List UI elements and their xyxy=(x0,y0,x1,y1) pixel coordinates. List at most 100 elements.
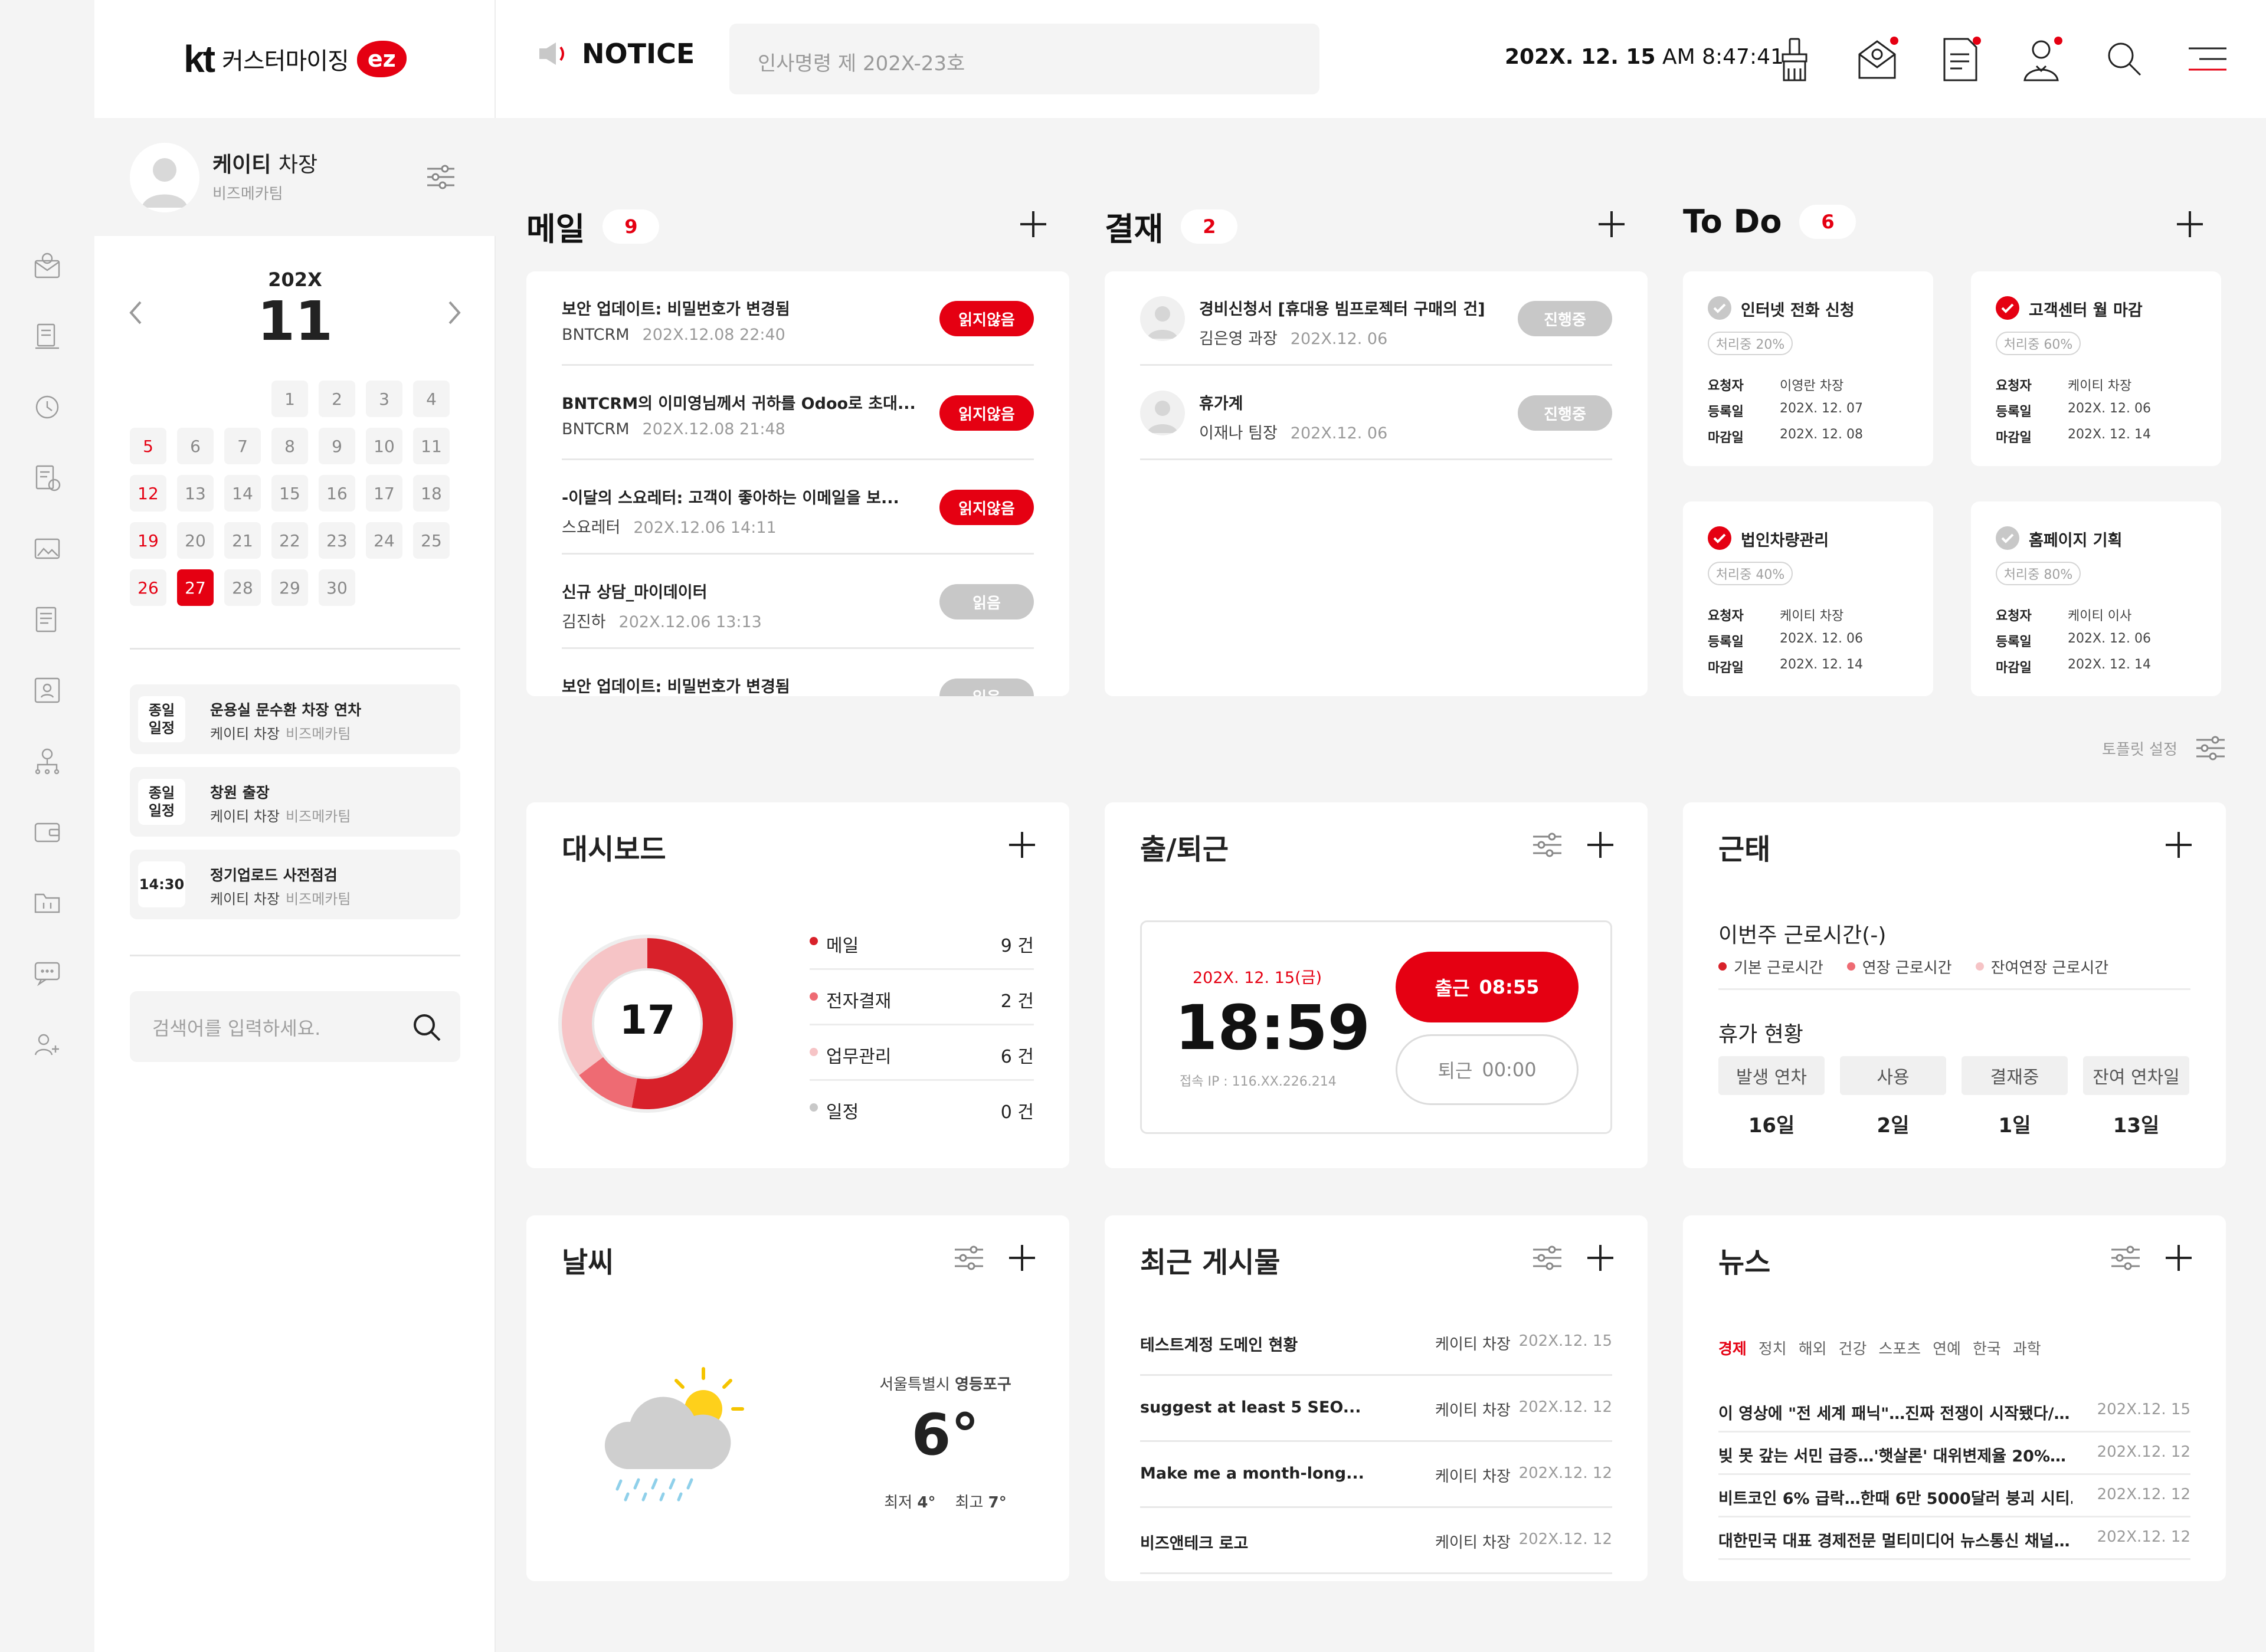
news-tab[interactable]: 스포츠 xyxy=(1878,1337,1921,1359)
calendar-day[interactable]: 6 xyxy=(177,428,214,464)
approval-add-button[interactable] xyxy=(1595,208,1628,241)
check-icon[interactable] xyxy=(1996,296,2019,320)
weather-add-button[interactable] xyxy=(1006,1241,1039,1274)
calendar-prev-icon[interactable] xyxy=(123,295,149,330)
avatar[interactable] xyxy=(130,143,199,212)
calendar-day[interactable]: 2 xyxy=(319,381,355,417)
todo-card[interactable]: 고객센터 월 마감 처리중 60% 요청자 케이티 차장 등록일 202X. 12. 06… xyxy=(1971,271,2221,466)
cleaner-icon[interactable] xyxy=(1766,31,1823,87)
calendar-next-icon[interactable] xyxy=(441,295,467,330)
calendar-day[interactable]: 17 xyxy=(366,475,402,512)
attendance-add-button[interactable] xyxy=(1584,828,1617,861)
board-filter-icon[interactable] xyxy=(1531,1243,1564,1273)
calendar-day[interactable]: 1 xyxy=(271,381,308,417)
calendar-day[interactable]: 30 xyxy=(319,569,355,606)
news-tab[interactable]: 해외 xyxy=(1799,1337,1827,1359)
calendar-day[interactable]: 14 xyxy=(224,475,261,512)
notice-ticker[interactable]: 인사명령 제 202X-23호 xyxy=(729,24,1319,94)
folder-transfer-icon[interactable] xyxy=(31,886,64,919)
schedule-item[interactable]: 종일 일정 운용실 문수환 차장 연차 케이티 차장 비즈메카팀 xyxy=(130,684,460,754)
board-row[interactable]: Make me a month-long... 케이티 차장 202X.12. 12 xyxy=(1140,1442,1612,1508)
todo-add-button[interactable] xyxy=(2173,208,2206,241)
dashboard-add-button[interactable] xyxy=(1006,828,1039,861)
clock-in-button[interactable]: 출근 08:55 xyxy=(1396,952,1579,1022)
news-tab[interactable]: 연예 xyxy=(1933,1337,1961,1359)
approval-row[interactable]: 경비신청서 [휴대용 빔프로젝터 구매의 건] 김은영 과장 202X.12. 0… xyxy=(1140,271,1612,366)
news-filter-icon[interactable] xyxy=(2109,1243,2142,1273)
calendar-day[interactable]: 19 xyxy=(130,522,166,559)
calendar-day[interactable]: 23 xyxy=(319,522,355,559)
news-tab[interactable]: 한국 xyxy=(1973,1337,2001,1359)
news-row[interactable]: 빚 못 갚는 서민 급증…'햇살론' 대위변제율 20%… 202X.12. 12 xyxy=(1718,1433,2190,1475)
chat-icon[interactable] xyxy=(31,957,64,990)
calendar-day[interactable]: 26 xyxy=(130,569,166,606)
approval-row[interactable]: 휴가계 이재나 팀장 202X.12. 06 진행중 xyxy=(1140,366,1612,460)
board-row[interactable]: 테스트계정 도메인 현황 케이티 차장 202X.12. 15 xyxy=(1140,1310,1612,1376)
todo-card[interactable]: 인터넷 전화 신청 처리중 20% 요청자 이영란 차장 등록일 202X. 12. 07… xyxy=(1683,271,1933,466)
calendar-day[interactable]: 22 xyxy=(271,522,308,559)
calendar-day[interactable]: 24 xyxy=(366,522,402,559)
mail-row[interactable]: 보안 업데이트: 비밀번호가 변경됨 읽음 xyxy=(562,649,1034,696)
mail-icon[interactable] xyxy=(31,249,64,282)
news-row[interactable]: 대한민국 대표 경제전문 멀티미디어 뉴스통신 채널… 202X.12. 12 xyxy=(1718,1517,2190,1560)
news-row[interactable]: 이 영상에 "전 세계 패닉"…진짜 전쟁이 시작됐다/… 202X.12. 15 xyxy=(1718,1390,2190,1433)
calendar-day[interactable]: 3 xyxy=(366,381,402,417)
calendar-day[interactable]: 15 xyxy=(271,475,308,512)
dashboard-legend-item[interactable]: 메일 9 건 xyxy=(810,914,1034,970)
worktime-add-button[interactable] xyxy=(2162,828,2195,861)
approval-icon[interactable] xyxy=(31,320,64,353)
template-setting-label[interactable]: 토플릿 설정 xyxy=(2102,738,2177,759)
mail-alert-icon[interactable] xyxy=(1849,31,1905,87)
calendar-day[interactable]: 20 xyxy=(177,522,214,559)
calendar-day[interactable]: 21 xyxy=(224,522,261,559)
check-icon[interactable] xyxy=(1708,526,1731,550)
weather-filter-icon[interactable] xyxy=(952,1243,985,1273)
calendar-day[interactable]: 9 xyxy=(319,428,355,464)
board-add-button[interactable] xyxy=(1584,1241,1617,1274)
mail-row[interactable]: 보안 업데이트: 비밀번호가 변경됨 BNTCRM 202X.12.08 22:4… xyxy=(562,271,1034,366)
news-tab[interactable]: 건강 xyxy=(1839,1337,1867,1359)
dashboard-legend-item[interactable]: 일정 0 건 xyxy=(810,1081,1034,1136)
mail-row[interactable]: 신규 상담_마이데이터 김진하 202X.12.06 13:13 읽음 xyxy=(562,555,1034,649)
calendar-day[interactable]: 5 xyxy=(130,428,166,464)
check-icon[interactable] xyxy=(1708,296,1731,320)
news-tab[interactable]: 과학 xyxy=(2013,1337,2041,1359)
logo[interactable]: kt 커스터마이징 ez xyxy=(94,0,496,118)
side-search-input[interactable]: 검색어를 입력하세요. xyxy=(130,991,460,1062)
mail-row[interactable]: BNTCRM의 이미영님께서 귀하를 Odoo로 초대... BNTCRM 202… xyxy=(562,366,1034,460)
news-tab[interactable]: 정치 xyxy=(1759,1337,1787,1359)
calendar-day[interactable]: 4 xyxy=(413,381,450,417)
calendar-day[interactable]: 18 xyxy=(413,475,450,512)
board-row[interactable]: suggest at least 5 SEO... 케이티 차장 202X.12. … xyxy=(1140,1376,1612,1442)
calendar-day[interactable]: 7 xyxy=(224,428,261,464)
todo-card[interactable]: 법인차량관리 처리중 40% 요청자 케이티 차장 등록일 202X. 12. 06 마감일… xyxy=(1683,502,1933,696)
news-row[interactable]: 비트코인 6% 급락…한때 6만 5000달러 붕괴 시티… 202X.12. 1… xyxy=(1718,1475,2190,1517)
dashboard-legend-item[interactable]: 업무관리 6 건 xyxy=(810,1025,1034,1081)
wallet-icon[interactable] xyxy=(31,815,64,848)
add-user-icon[interactable] xyxy=(31,1028,64,1061)
contact-card-icon[interactable] xyxy=(31,674,64,707)
dashboard-legend-item[interactable]: 전자결재 2 건 xyxy=(810,970,1034,1025)
mail-row[interactable]: -이달의 스요레터: 고객이 좋아하는 이메일을 보... 스요레터 202X.1… xyxy=(562,460,1034,555)
calendar-day[interactable]: 27 xyxy=(177,569,214,606)
calendar-day[interactable]: 25 xyxy=(413,522,450,559)
menu-icon[interactable] xyxy=(2179,31,2236,87)
schedule-item[interactable]: 14:30 정기업로드 사전점검 케이티 차장 비즈메카팀 xyxy=(130,850,460,919)
document-clock-icon[interactable] xyxy=(31,461,64,494)
template-settings-icon[interactable] xyxy=(2194,733,2227,763)
notes-icon[interactable] xyxy=(31,603,64,636)
calendar-day[interactable]: 11 xyxy=(413,428,450,464)
attendance-filter-icon[interactable] xyxy=(1531,830,1564,860)
document-alert-icon[interactable] xyxy=(1931,31,1988,87)
gallery-icon[interactable] xyxy=(31,532,64,565)
calendar-day[interactable]: 8 xyxy=(271,428,308,464)
calendar-day[interactable]: 10 xyxy=(366,428,402,464)
clock-out-button[interactable]: 퇴근 00:00 xyxy=(1396,1034,1579,1105)
mail-add-button[interactable] xyxy=(1017,208,1050,241)
check-icon[interactable] xyxy=(1996,526,2019,550)
todo-card[interactable]: 홈페이지 기획 처리중 80% 요청자 케이티 이사 등록일 202X. 12. 06 마감… xyxy=(1971,502,2221,696)
user-alert-icon[interactable] xyxy=(2013,31,2069,87)
calendar-day[interactable]: 16 xyxy=(319,475,355,512)
organization-icon[interactable] xyxy=(31,745,64,778)
calendar-day[interactable]: 13 xyxy=(177,475,214,512)
